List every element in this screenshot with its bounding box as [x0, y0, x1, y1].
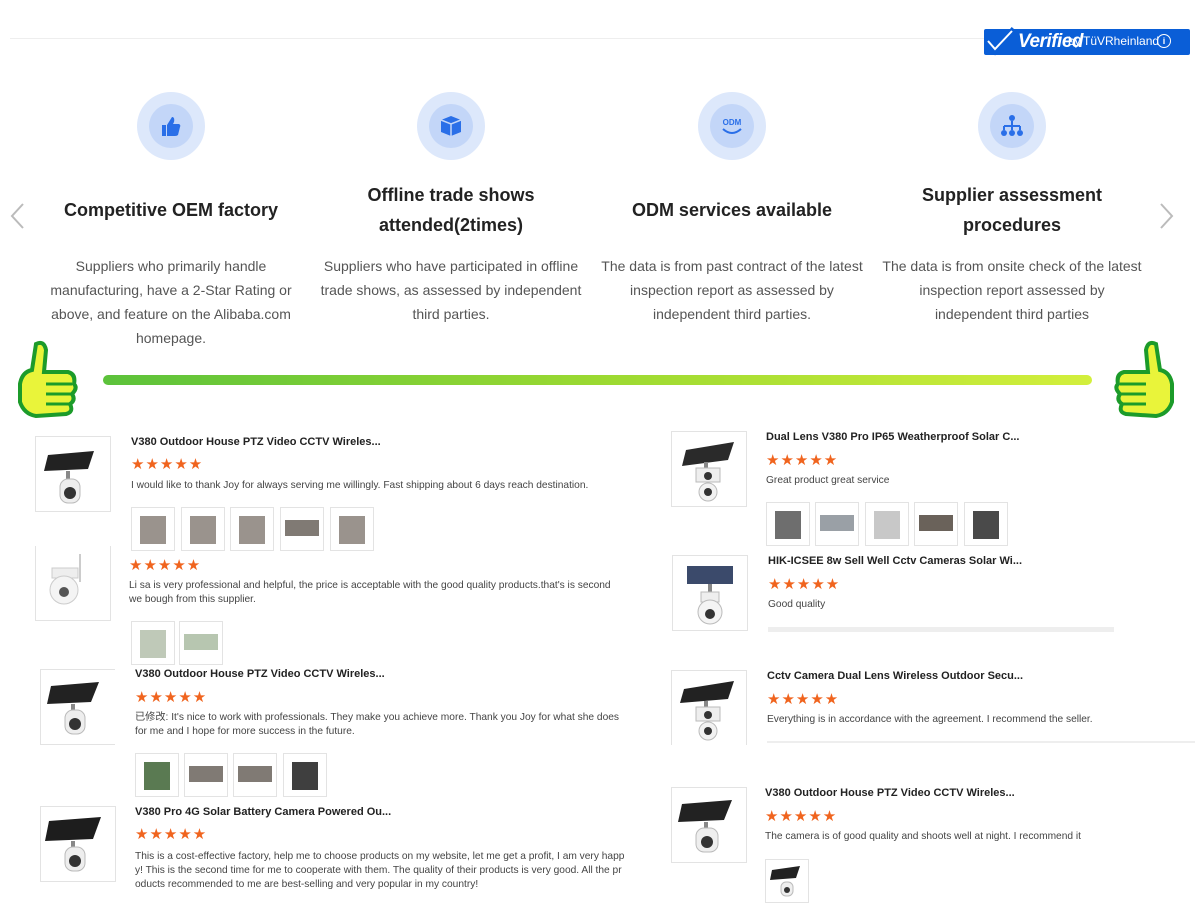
- feature-card-odm: ODM ODM services available The data is f…: [597, 92, 867, 326]
- verified-badge[interactable]: Verified by TüVRheinland i: [984, 27, 1190, 56]
- product-thumbnail[interactable]: [40, 669, 115, 745]
- review-product-title[interactable]: Cctv Camera Dual Lens Wireless Outdoor S…: [767, 670, 1023, 682]
- review-photo[interactable]: [131, 507, 175, 551]
- review-photo[interactable]: [766, 502, 810, 546]
- review-photo[interactable]: [330, 507, 374, 551]
- product-thumbnail[interactable]: [672, 555, 748, 631]
- review-photo[interactable]: [964, 502, 1008, 546]
- review-product-title[interactable]: V380 Outdoor House PTZ Video CCTV Wirele…: [135, 668, 385, 680]
- review-text: This is a cost-effective factory, help m…: [135, 851, 625, 890]
- review-photo[interactable]: [815, 502, 859, 546]
- verified-check-icon: [984, 27, 1017, 56]
- review-stars: ★★★★★: [766, 452, 839, 469]
- box-icon: [440, 116, 462, 136]
- feature-icon-circle: [978, 92, 1046, 160]
- review-photo[interactable]: [179, 621, 223, 665]
- feature-title: Supplier assessment procedures: [921, 185, 1103, 235]
- feature-icon-circle: [417, 92, 485, 160]
- verifier-name: TüVRheinland: [1083, 34, 1160, 48]
- review-photo[interactable]: [765, 859, 809, 903]
- dual-lens-camera-icon: [680, 681, 734, 741]
- feature-icon-circle: ODM: [698, 92, 766, 160]
- review-divider: [767, 741, 1195, 743]
- thumbs-up-right-icon: [1114, 340, 1174, 419]
- review-stars: ★★★★★: [768, 576, 841, 593]
- review-text: Everything is in accordance with the agr…: [767, 714, 1093, 725]
- odm-icon-label: ODM: [723, 118, 742, 127]
- review-text: Li sa is very professional and helpful, …: [129, 580, 611, 605]
- product-thumbnail[interactable]: [35, 436, 111, 512]
- feature-description: The data is from past contract of the la…: [601, 258, 863, 322]
- review-product-title[interactable]: V380 Outdoor House PTZ Video CCTV Wirele…: [765, 787, 1015, 799]
- carousel-next-arrow[interactable]: [1154, 200, 1178, 232]
- review-product-title[interactable]: V380 Outdoor House PTZ Video CCTV Wirele…: [131, 436, 381, 448]
- feature-title: ODM services available: [631, 200, 833, 220]
- review-photo[interactable]: [914, 502, 958, 546]
- review-stars: ★★★★★: [767, 691, 840, 708]
- review-photo[interactable]: [135, 753, 179, 797]
- review-photo[interactable]: [181, 507, 225, 551]
- hierarchy-icon: [1001, 115, 1023, 136]
- review-photo[interactable]: [280, 507, 324, 551]
- verified-by: by: [1068, 34, 1081, 48]
- solar-camera-icon: [678, 800, 732, 853]
- review-product-title[interactable]: HIK-ICSEE 8w Sell Well Cctv Cameras Sola…: [768, 555, 1022, 567]
- ptz-camera-icon: [49, 554, 81, 605]
- info-icon[interactable]: i: [1157, 34, 1171, 48]
- review-text: Great product great service: [766, 475, 890, 486]
- gradient-divider-bar: [103, 375, 1092, 385]
- review-product-title[interactable]: V380 Pro 4G Solar Battery Camera Powered…: [135, 806, 391, 818]
- feature-description: Suppliers who have participated in offli…: [320, 258, 582, 322]
- feature-title: Competitive OEM factory: [63, 200, 279, 220]
- feature-description: The data is from onsite check of the lat…: [882, 258, 1142, 322]
- review-stars: ★★★★★: [765, 808, 838, 825]
- review-photo[interactable]: [283, 753, 327, 797]
- odm-icon: ODM: [722, 118, 742, 134]
- thumbs-up-left-icon: [18, 340, 78, 419]
- dual-lens-camera-icon: [682, 442, 734, 502]
- feature-card-trade-shows: Offline trade shows attended(2times) Sup…: [316, 92, 586, 326]
- solar-camera-icon: [44, 451, 94, 504]
- review-photo[interactable]: [233, 753, 277, 797]
- feature-icon-circle: [137, 92, 205, 160]
- feature-description: Suppliers who primarily handle manufactu…: [50, 258, 292, 346]
- product-thumbnail[interactable]: [40, 806, 116, 882]
- product-thumbnail[interactable]: [671, 670, 747, 745]
- review-divider: [768, 627, 1114, 632]
- feature-card-assessment: Supplier assessment procedures The data …: [877, 92, 1147, 326]
- review-stars: ★★★★★: [129, 557, 202, 574]
- feature-title: Offline trade shows attended(2times): [367, 185, 535, 235]
- thumbs-up-icon: [162, 117, 181, 136]
- review-stars: ★★★★★: [135, 689, 208, 706]
- review-stars: ★★★★★: [131, 456, 204, 473]
- review-text: I would like to thank Joy for always ser…: [131, 480, 589, 491]
- review-text: Good quality: [768, 599, 826, 610]
- carousel-prev-arrow[interactable]: [6, 200, 30, 232]
- review-photo[interactable]: [865, 502, 909, 546]
- review-stars: ★★★★★: [135, 826, 208, 843]
- review-photo[interactable]: [230, 507, 274, 551]
- solar-camera-icon: [770, 866, 800, 897]
- solar-camera-icon: [47, 682, 99, 735]
- solar-camera-icon: [45, 817, 101, 872]
- review-product-title[interactable]: Dual Lens V380 Pro IP65 Weatherproof Sol…: [766, 431, 1019, 443]
- product-thumbnail[interactable]: [671, 431, 747, 507]
- product-thumbnail[interactable]: [671, 787, 747, 863]
- product-thumbnail[interactable]: [35, 546, 111, 621]
- solar-ptz-camera-icon: [687, 566, 733, 625]
- feature-card-oem: Competitive OEM factory Suppliers who pr…: [36, 92, 306, 350]
- review-text: 已修改: It's nice to work with professional…: [135, 712, 619, 737]
- review-photo[interactable]: [184, 753, 228, 797]
- review-text: The camera is of good quality and shoots…: [765, 831, 1081, 842]
- review-photo[interactable]: [131, 621, 175, 665]
